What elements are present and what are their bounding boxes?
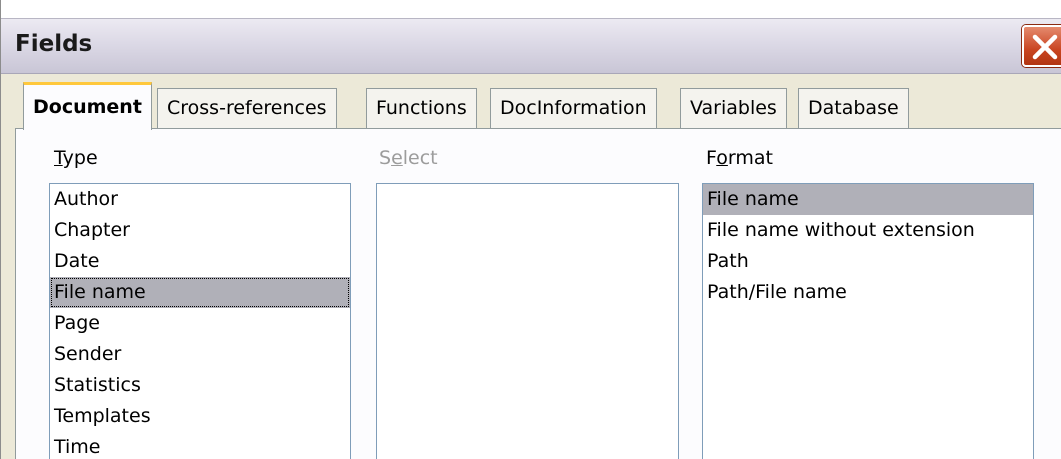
- type-item-statistics[interactable]: Statistics: [50, 370, 350, 401]
- type-item-page[interactable]: Page: [50, 308, 350, 339]
- tab-functions[interactable]: Functions: [366, 88, 477, 128]
- format-label: Format: [706, 147, 773, 169]
- format-item-file-name-without-extension[interactable]: File name without extension: [703, 215, 1033, 246]
- type-listbox[interactable]: Author Chapter Date File name Page Sende…: [49, 183, 351, 459]
- select-listbox[interactable]: [376, 183, 679, 459]
- type-label: Type: [54, 147, 98, 169]
- tab-document[interactable]: Document: [23, 82, 152, 130]
- close-button[interactable]: [1022, 25, 1061, 67]
- type-item-chapter[interactable]: Chapter: [50, 215, 350, 246]
- type-item-file-name[interactable]: File name: [50, 277, 350, 308]
- tab-cross-references[interactable]: Cross-references: [157, 88, 337, 128]
- format-item-file-name[interactable]: File name: [703, 184, 1033, 215]
- title-bar[interactable]: Fields: [1, 18, 1061, 74]
- background-strip: [1, 0, 1061, 18]
- tab-variables[interactable]: Variables: [680, 88, 787, 128]
- type-item-templates[interactable]: Templates: [50, 401, 350, 432]
- fields-dialog: Fields Document Cross-references Functio…: [0, 0, 1061, 459]
- type-item-date[interactable]: Date: [50, 246, 350, 277]
- format-item-path[interactable]: Path: [703, 246, 1033, 277]
- tab-docinformation[interactable]: DocInformation: [490, 88, 657, 128]
- window-title: Fields: [15, 31, 93, 57]
- format-item-path-file-name[interactable]: Path/File name: [703, 277, 1033, 308]
- type-item-author[interactable]: Author: [50, 184, 350, 215]
- type-item-time[interactable]: Time: [50, 432, 350, 459]
- type-item-sender[interactable]: Sender: [50, 339, 350, 370]
- format-listbox[interactable]: File name File name without extension Pa…: [702, 183, 1034, 459]
- select-label: Select: [379, 147, 438, 169]
- tab-database[interactable]: Database: [798, 88, 909, 128]
